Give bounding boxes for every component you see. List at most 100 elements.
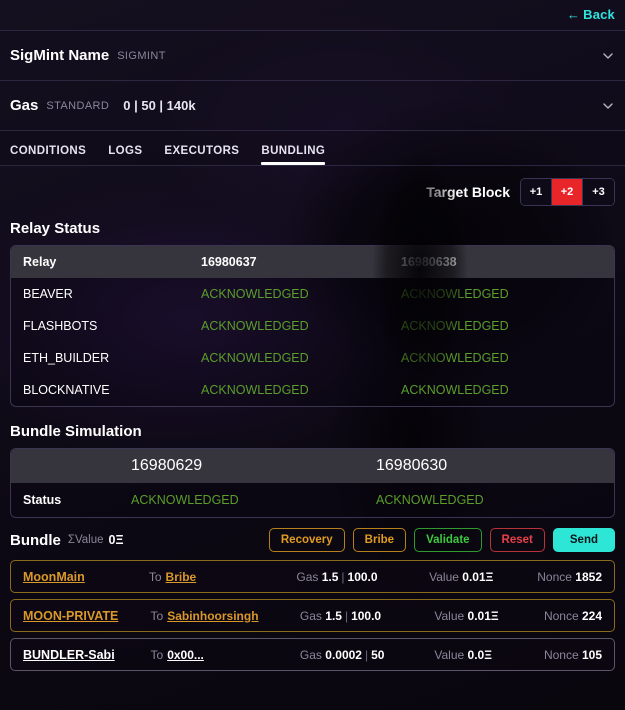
- target-block-selector: +1 +2 +3: [520, 178, 615, 206]
- gas-price: 0.0002: [325, 648, 362, 662]
- validate-button[interactable]: Validate: [414, 528, 481, 552]
- bundle-header: Bundle ΣValue 0Ξ Recovery Bribe Validate…: [0, 518, 625, 560]
- value-amount: 0.01Ξ: [468, 609, 499, 623]
- relay-status-block2: ACKNOWLEDGED: [401, 287, 614, 301]
- nonce-label: Nonce: [537, 570, 572, 584]
- transaction-to: To0x00...: [151, 648, 300, 662]
- transaction-name[interactable]: MOON-PRIVATE: [11, 609, 151, 623]
- relay-name: BEAVER: [11, 287, 201, 301]
- relay-name: FLASHBOTS: [11, 319, 201, 333]
- target-block-option-plus3[interactable]: +3: [583, 179, 614, 205]
- chevron-down-icon[interactable]: [603, 51, 613, 61]
- transaction-nonce: Nonce 1852: [537, 570, 614, 584]
- sigmint-name-subtitle: SIGMINT: [117, 50, 166, 62]
- tab-logs[interactable]: LOGS: [108, 145, 142, 165]
- target-block-row: Target Block +1 +2 +3: [0, 166, 625, 214]
- nonce-value: 1852: [575, 570, 602, 584]
- value-label: Value: [429, 570, 459, 584]
- send-button[interactable]: Send: [553, 528, 615, 552]
- bundle-actions: Recovery Bribe Validate Reset Send: [269, 528, 615, 552]
- transaction-value: Value 0.01Ξ: [429, 570, 537, 584]
- header-block-16980630: 16980630: [376, 457, 614, 475]
- simulation-status-label: Status: [11, 493, 131, 507]
- gas-title: Gas: [10, 97, 38, 114]
- chevron-down-icon[interactable]: [603, 101, 613, 111]
- relay-status-block2: ACKNOWLEDGED: [401, 319, 614, 333]
- top-bar: ←Back: [0, 0, 625, 30]
- relay-status-block1: ACKNOWLEDGED: [201, 287, 401, 301]
- tab-bundling[interactable]: BUNDLING: [261, 145, 325, 165]
- transaction-value: Value 0.01Ξ: [434, 609, 544, 623]
- sigmint-name-title: SigMint Name: [10, 47, 109, 64]
- relay-status-block2: ACKNOWLEDGED: [401, 383, 614, 397]
- table-row: ETH_BUILDER ACKNOWLEDGED ACKNOWLEDGED: [11, 342, 614, 374]
- target-block-label: Target Block: [426, 184, 510, 200]
- bundle-transaction-row[interactable]: MOON-PRIVATE ToSabinhoorsingh Gas 1.5|10…: [10, 599, 615, 632]
- to-label: To: [151, 609, 164, 623]
- table-row: BEAVER ACKNOWLEDGED ACKNOWLEDGED: [11, 278, 614, 310]
- transaction-nonce: Nonce 105: [544, 648, 614, 662]
- transaction-gas: Gas 0.0002|50: [300, 648, 434, 662]
- gas-price: 1.5: [322, 570, 339, 584]
- gas-limit: 100.0: [348, 570, 378, 584]
- bundle-sum-label: ΣValue: [68, 534, 104, 546]
- accordion-gas[interactable]: Gas STANDARD 0 | 50 | 140k: [0, 80, 625, 130]
- bundle-transaction-row[interactable]: BUNDLER-Sabi To0x00... Gas 0.0002|50 Val…: [10, 638, 615, 671]
- bundling-page: ←Back SigMint Name SIGMINT Gas STANDARD …: [0, 0, 625, 710]
- recovery-button[interactable]: Recovery: [269, 528, 345, 552]
- transaction-name[interactable]: MoonMain: [11, 570, 149, 584]
- to-address[interactable]: 0x00...: [167, 648, 204, 662]
- transaction-name[interactable]: BUNDLER-Sabi: [11, 648, 151, 662]
- transaction-to: To Bribe: [149, 570, 297, 584]
- tab-bar: CONDITIONS LOGS EXECUTORS BUNDLING: [0, 130, 625, 166]
- table-row: BLOCKNATIVE ACKNOWLEDGED ACKNOWLEDGED: [11, 374, 614, 406]
- to-label: To: [149, 570, 162, 584]
- table-row: FLASHBOTS ACKNOWLEDGED ACKNOWLEDGED: [11, 310, 614, 342]
- gas-label: Gas: [300, 609, 322, 623]
- relay-status-block1: ACKNOWLEDGED: [201, 383, 401, 397]
- simulation-status-block2: ACKNOWLEDGED: [376, 493, 614, 507]
- back-label: Back: [583, 7, 615, 22]
- reset-button[interactable]: Reset: [490, 528, 545, 552]
- gas-label: Gas: [300, 648, 322, 662]
- bundle-simulation-table: 16980629 16980630 Status ACKNOWLEDGED AC…: [10, 448, 615, 518]
- header-block-16980638: 16980638: [401, 255, 614, 269]
- bundle-transaction-row[interactable]: MoonMain To Bribe Gas 1.5|100.0 Value 0.0…: [10, 560, 615, 593]
- header-block-16980637: 16980637: [201, 255, 401, 269]
- simulation-status-block1: ACKNOWLEDGED: [131, 493, 376, 507]
- transaction-nonce: Nonce 224: [544, 609, 614, 623]
- relay-status-table: Relay 16980637 16980638 BEAVER ACKNOWLED…: [10, 245, 615, 407]
- tab-conditions[interactable]: CONDITIONS: [10, 145, 86, 165]
- value-label: Value: [434, 648, 464, 662]
- nonce-label: Nonce: [544, 648, 579, 662]
- to-address[interactable]: Bribe: [166, 570, 197, 584]
- relay-status-title: Relay Status: [0, 214, 625, 245]
- transaction-gas: Gas 1.5|100.0: [296, 570, 429, 584]
- tab-executors[interactable]: EXECUTORS: [164, 145, 239, 165]
- back-link[interactable]: ←Back: [567, 7, 615, 22]
- bribe-button[interactable]: Bribe: [353, 528, 406, 552]
- relay-name: ETH_BUILDER: [11, 351, 201, 365]
- value-label: Value: [434, 609, 464, 623]
- gas-label: Gas: [296, 570, 318, 584]
- to-address[interactable]: Sabinhoorsingh: [167, 609, 258, 623]
- target-block-option-plus2[interactable]: +2: [552, 179, 583, 205]
- gas-values: 0 | 50 | 140k: [123, 98, 195, 113]
- header-block-16980629: 16980629: [131, 457, 376, 475]
- accordion-sigmint-name[interactable]: SigMint Name SIGMINT: [0, 30, 625, 80]
- target-block-option-plus1[interactable]: +1: [521, 179, 552, 205]
- table-row: Status ACKNOWLEDGED ACKNOWLEDGED: [11, 483, 614, 517]
- transaction-value: Value 0.0Ξ: [434, 648, 544, 662]
- nonce-label: Nonce: [544, 609, 579, 623]
- bundle-simulation-title: Bundle Simulation: [0, 407, 625, 448]
- transaction-to: ToSabinhoorsingh: [151, 609, 300, 623]
- value-amount: 0.0Ξ: [468, 648, 492, 662]
- to-label: To: [151, 648, 164, 662]
- nonce-value: 224: [582, 609, 602, 623]
- relay-name: BLOCKNATIVE: [11, 383, 201, 397]
- relay-status-block1: ACKNOWLEDGED: [201, 319, 401, 333]
- nonce-value: 105: [582, 648, 602, 662]
- table-header-row: Relay 16980637 16980638: [11, 246, 614, 278]
- value-amount: 0.01Ξ: [462, 570, 493, 584]
- bundle-sum-value: 0Ξ: [109, 533, 124, 547]
